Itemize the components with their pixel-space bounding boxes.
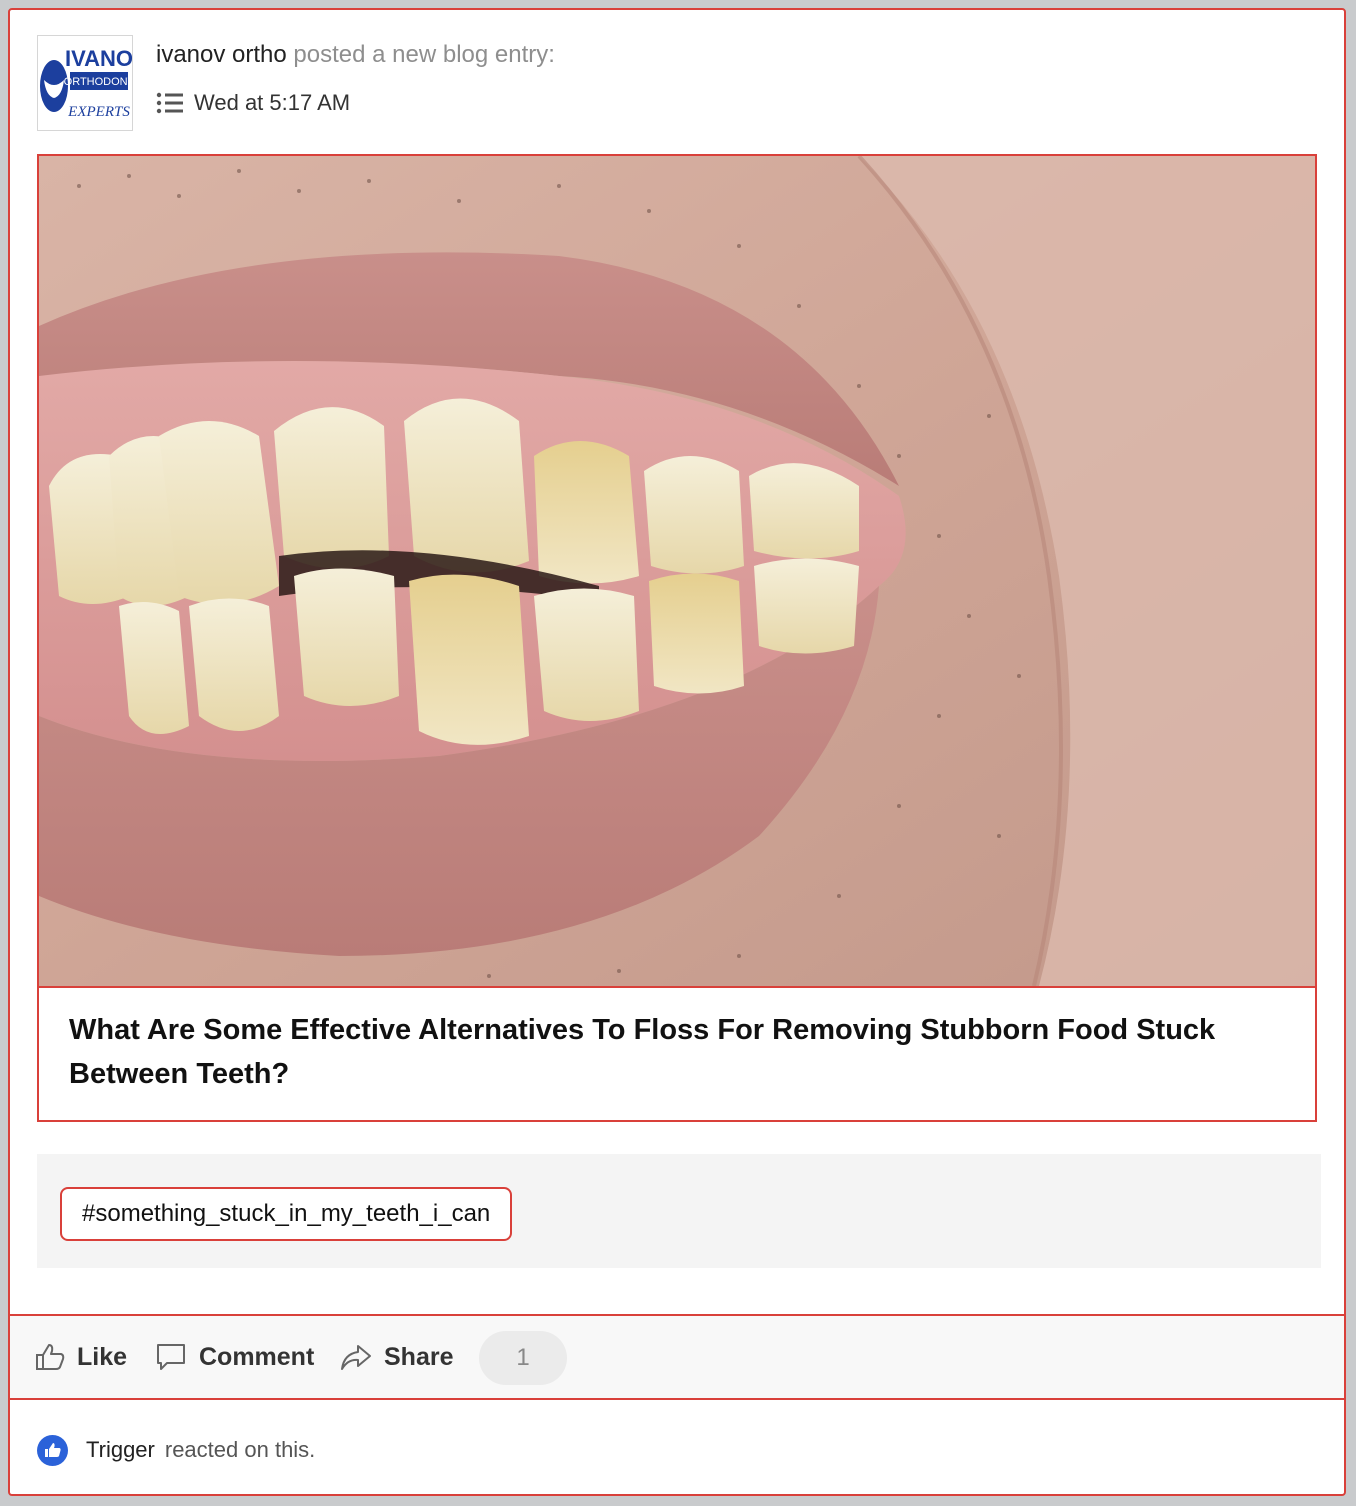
- reaction-count[interactable]: 1: [479, 1331, 567, 1385]
- logo-text-3: EXPERTS: [67, 104, 130, 120]
- reaction-user[interactable]: Trigger: [86, 1437, 155, 1463]
- logo-text-2: ORTHODONT: [64, 76, 132, 88]
- comment-label: Comment: [199, 1342, 315, 1371]
- share-icon: [341, 1345, 371, 1370]
- like-label: Like: [77, 1342, 128, 1371]
- blog-title[interactable]: What Are Some Effective Alternatives To …: [69, 1008, 1279, 1096]
- teeth-photo: [39, 156, 1315, 986]
- tags-area: #something_stuck_in_my_teeth_i_can: [37, 1154, 1321, 1268]
- share-button[interactable]: Share: [340, 1316, 453, 1398]
- reaction-text: reacted on this.: [164, 1437, 316, 1462]
- post-meta: Wed at 5:17 AM: [156, 88, 350, 118]
- comment-icon: [157, 1344, 185, 1370]
- thumbs-up-icon: [36, 1344, 65, 1370]
- feed-post-card: IVANO ORTHODONT EXPERTS ivanov ortho pos…: [8, 8, 1346, 1496]
- hashtag-chip[interactable]: #something_stuck_in_my_teeth_i_can: [60, 1187, 513, 1241]
- post-action-bar: Like Comment Share 1: [10, 1314, 1344, 1400]
- blog-preview[interactable]: What Are Some Effective Alternatives To …: [37, 154, 1317, 1122]
- like-button[interactable]: Like: [35, 1316, 127, 1398]
- post-timestamp[interactable]: Wed at 5:17 AM: [194, 90, 350, 116]
- like-badge-icon: [37, 1434, 68, 1466]
- comment-button[interactable]: Comment: [155, 1316, 314, 1398]
- post-header: ivanov ortho posted a new blog entry:: [156, 41, 555, 69]
- ivanov-logo: IVANO ORTHODONT EXPERTS: [38, 36, 132, 130]
- reaction-summary: Trigger reacted on this.: [37, 1434, 315, 1466]
- logo-text-1: IVANO: [65, 46, 132, 71]
- list-icon: [156, 91, 184, 115]
- share-label: Share: [384, 1342, 454, 1371]
- post-action-text: posted a new blog entry:: [293, 41, 555, 68]
- author-name[interactable]: ivanov ortho: [156, 41, 287, 68]
- author-avatar[interactable]: IVANO ORTHODONT EXPERTS: [37, 35, 133, 131]
- blog-cover-image[interactable]: [39, 156, 1315, 988]
